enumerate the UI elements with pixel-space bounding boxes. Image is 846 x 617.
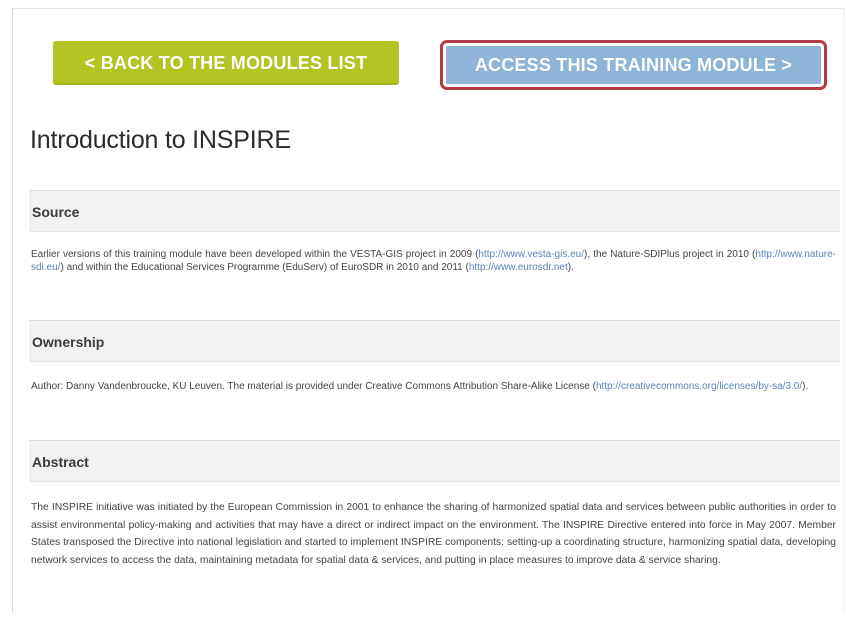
abstract-text: The INSPIRE initiative was initiated by … — [31, 502, 836, 566]
module-nav-buttons: < BACK TO THE MODULES LIST ACCESS THIS T… — [0, 0, 846, 100]
source-heading: Source — [29, 190, 840, 232]
access-training-module-button[interactable]: ACCESS THIS TRAINING MODULE > — [446, 46, 821, 84]
abstract-heading: Abstract — [29, 440, 840, 482]
eurosdr-link[interactable]: http://www.eurosdr.net — [469, 262, 568, 273]
access-module-highlight: ACCESS THIS TRAINING MODULE > — [440, 40, 827, 90]
back-to-modules-button[interactable]: < BACK TO THE MODULES LIST — [53, 41, 399, 85]
source-text: Earlier versions of this training module… — [31, 248, 836, 274]
source-text-part: ) and within the Educational Services Pr… — [60, 262, 469, 273]
source-text-part: ). — [567, 262, 574, 273]
page-title: Introduction to INSPIRE — [30, 126, 291, 154]
source-text-part: Earlier versions of this training module… — [31, 249, 479, 260]
source-text-part: ), the Nature-SDIPlus project in 2010 ( — [584, 249, 756, 260]
vesta-gis-link[interactable]: http://www.vesta-gis.eu/ — [478, 249, 584, 260]
creative-commons-link[interactable]: http://creativecommons.org/licenses/by-s… — [596, 381, 802, 392]
ownership-text-part: Author: Danny Vandenbroucke, KU Leuven. … — [31, 381, 596, 392]
ownership-text: Author: Danny Vandenbroucke, KU Leuven. … — [31, 380, 836, 393]
ownership-text-part: ). — [802, 381, 809, 392]
ownership-heading: Ownership — [29, 320, 840, 362]
